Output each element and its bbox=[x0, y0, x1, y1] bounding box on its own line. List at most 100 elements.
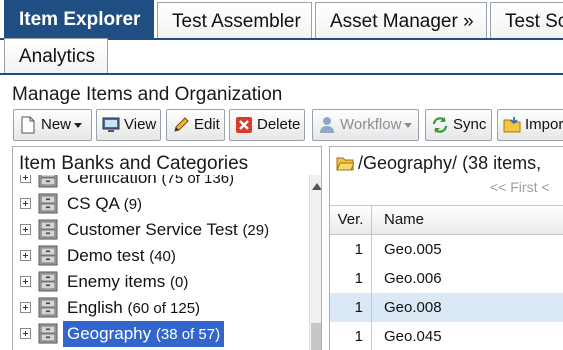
column-header-ver[interactable]: Ver. bbox=[330, 206, 372, 234]
cabinet-icon bbox=[38, 193, 58, 214]
expand-icon[interactable] bbox=[20, 250, 31, 261]
tab-label: Item Explorer bbox=[19, 9, 141, 30]
tree-node-label: Customer Service Test (29) bbox=[63, 217, 273, 243]
table-row[interactable]: 1 Geo.045 bbox=[330, 322, 563, 350]
tab-test-scheduler[interactable]: Test Sc bbox=[490, 2, 563, 40]
view-button-label: View bbox=[124, 116, 157, 133]
cabinet-icon bbox=[38, 297, 58, 318]
tree-scrollbar[interactable] bbox=[309, 175, 321, 350]
delete-button-label: Delete bbox=[257, 116, 301, 133]
node-count: (9) bbox=[123, 196, 143, 213]
workflow-button-label: Workflow bbox=[340, 116, 402, 133]
new-button-label: New bbox=[41, 116, 72, 133]
view-button[interactable]: View bbox=[96, 109, 161, 141]
expand-icon[interactable] bbox=[20, 198, 31, 209]
tree-node-label: Geography (38 of 57) bbox=[63, 321, 225, 347]
node-count: (29) bbox=[242, 222, 270, 239]
tab-test-assembler[interactable]: Test Assembler bbox=[157, 2, 312, 40]
cabinet-icon bbox=[38, 219, 58, 240]
tab-bar: Item Explorer Test Assembler Asset Manag… bbox=[0, 0, 563, 75]
tab-asset-manager[interactable]: Asset Manager » bbox=[315, 2, 487, 40]
expand-icon[interactable] bbox=[20, 224, 31, 235]
cell-name: Geo.045 bbox=[384, 328, 442, 345]
node-name: Customer Service Test bbox=[67, 220, 238, 239]
node-count: (0) bbox=[169, 274, 189, 291]
cabinet-icon bbox=[38, 323, 58, 344]
folder-path: /Geography/ (38 items, bbox=[358, 152, 542, 173]
table-row[interactable]: 1 Geo.005 bbox=[330, 235, 563, 264]
chevron-down-icon bbox=[404, 122, 413, 128]
expand-icon[interactable] bbox=[20, 276, 31, 287]
cell-ver: 1 bbox=[330, 264, 372, 293]
tree-node-certification[interactable]: Certification (75 of 136) bbox=[13, 175, 309, 191]
tree-node-customer-service-test[interactable]: Customer Service Test (29) bbox=[13, 217, 309, 243]
tab-label: Test Assembler bbox=[172, 11, 301, 32]
sync-button-label: Sync bbox=[453, 116, 487, 133]
category-tree: Certification (75 of 136) CS QA (9) Cust… bbox=[13, 175, 309, 350]
node-count: (75 of 136) bbox=[161, 175, 235, 187]
cabinet-icon bbox=[38, 175, 58, 188]
tree-node-demo-test[interactable]: Demo test (40) bbox=[13, 243, 309, 269]
expand-icon[interactable] bbox=[20, 302, 31, 313]
new-document-icon bbox=[21, 116, 35, 134]
import-button[interactable]: Impor bbox=[497, 109, 563, 141]
node-name: CS QA bbox=[67, 194, 119, 213]
chevron-down-icon bbox=[74, 122, 83, 128]
open-folder-icon bbox=[336, 157, 354, 170]
tree-node-enemy-items[interactable]: Enemy items (0) bbox=[13, 269, 309, 295]
tab-divider bbox=[0, 73, 563, 75]
table-row[interactable]: 1 Geo.008 bbox=[330, 293, 563, 322]
workflow-button[interactable]: Workflow bbox=[312, 109, 419, 141]
cabinet-icon bbox=[38, 271, 58, 292]
node-name: Enemy items bbox=[67, 272, 166, 291]
tree-node-cs-qa[interactable]: CS QA (9) bbox=[13, 191, 309, 217]
grid-header: Ver. Name bbox=[330, 205, 563, 235]
import-folder-icon bbox=[503, 117, 521, 133]
cell-ver: 1 bbox=[330, 322, 372, 350]
tree-node-label: Enemy items (0) bbox=[63, 269, 192, 295]
expand-icon[interactable] bbox=[20, 328, 31, 339]
tab-analytics[interactable]: Analytics bbox=[4, 38, 108, 73]
item-banks-panel: Item Banks and Categories Certification … bbox=[12, 146, 322, 350]
edit-button-label: Edit bbox=[194, 116, 220, 133]
new-button[interactable]: New bbox=[13, 109, 92, 141]
tree-node-label: Demo test (40) bbox=[63, 243, 180, 269]
pager-first-link[interactable]: << First < bbox=[490, 179, 550, 195]
pencil-icon bbox=[174, 117, 189, 132]
delete-x-icon bbox=[236, 117, 252, 133]
node-count: (38 of 57) bbox=[155, 326, 221, 343]
node-count: (60 of 125) bbox=[127, 300, 201, 317]
panel-header: Item Banks and Categories bbox=[19, 153, 249, 174]
node-name: Demo test bbox=[67, 246, 145, 265]
tab-label: Analytics bbox=[19, 46, 96, 67]
scroll-up-arrow-icon[interactable] bbox=[312, 183, 321, 190]
delete-button[interactable]: Delete bbox=[229, 109, 305, 141]
node-name: Certification bbox=[67, 175, 157, 187]
edit-button[interactable]: Edit bbox=[166, 109, 225, 141]
node-name: Geography bbox=[67, 324, 152, 343]
tree-node-label: CS QA (9) bbox=[63, 191, 146, 217]
tree-node-geography[interactable]: Geography (38 of 57) bbox=[13, 321, 309, 347]
expand-icon[interactable] bbox=[20, 175, 31, 183]
column-header-name[interactable]: Name bbox=[384, 206, 424, 234]
import-button-label: Impor bbox=[525, 116, 563, 133]
cell-name: Geo.006 bbox=[384, 270, 442, 287]
table-row[interactable]: 1 Geo.006 bbox=[330, 264, 563, 293]
tree-node-english[interactable]: English (60 of 125) bbox=[13, 295, 309, 321]
tab-label: Asset Manager » bbox=[330, 11, 474, 32]
cell-ver: 1 bbox=[330, 293, 372, 322]
monitor-icon bbox=[102, 117, 120, 132]
tree-node-label: English (60 of 125) bbox=[63, 295, 204, 321]
node-name: English bbox=[67, 298, 123, 317]
tab-item-explorer[interactable]: Item Explorer bbox=[4, 0, 154, 40]
user-icon bbox=[320, 117, 334, 133]
cabinet-icon bbox=[38, 245, 58, 266]
node-count: (40) bbox=[149, 248, 176, 265]
tree-node-label: Certification (75 of 136) bbox=[63, 175, 238, 191]
sync-button[interactable]: Sync bbox=[425, 109, 492, 141]
tab-label: Test Sc bbox=[505, 11, 563, 32]
sync-arrows-icon bbox=[432, 117, 448, 133]
cell-name: Geo.008 bbox=[384, 299, 442, 316]
scrollbar-thumb[interactable] bbox=[311, 323, 321, 350]
cell-name: Geo.005 bbox=[384, 241, 442, 258]
